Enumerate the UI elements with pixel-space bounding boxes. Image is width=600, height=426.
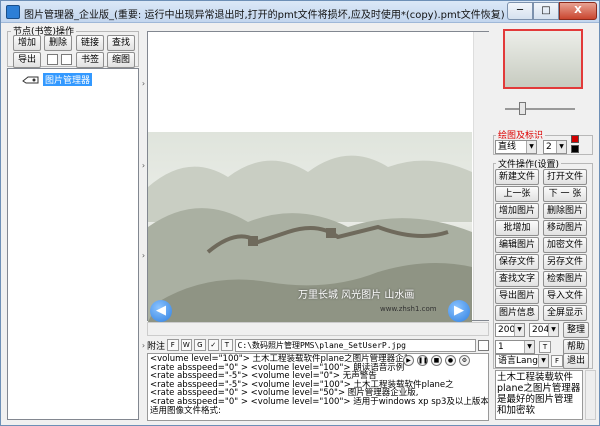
next-button[interactable]: 下 一 张 bbox=[543, 186, 587, 202]
media-controls: ▶ ❚❚ ■ ● ⚙ bbox=[403, 355, 470, 366]
slider-track bbox=[505, 108, 575, 110]
photo-watermark-url: www.zhsh1.com bbox=[380, 305, 437, 313]
play-icon[interactable]: ▶ bbox=[403, 355, 414, 366]
chevron-down-icon: ▼ bbox=[556, 141, 566, 153]
delete-node-button[interactable]: 删除 bbox=[44, 35, 72, 51]
line-type-value: 直线 bbox=[498, 142, 517, 152]
description-scrollbar[interactable] bbox=[585, 370, 596, 420]
language-value: 语言Langu bbox=[498, 356, 544, 366]
thumbnail-preview[interactable] bbox=[503, 29, 583, 89]
log-line: 适用图像文件格式: bbox=[150, 405, 221, 416]
splitter-arrow-icon[interactable]: › bbox=[141, 251, 146, 260]
save-as-button[interactable]: 另存文件 bbox=[543, 254, 587, 270]
minimize-button[interactable]: ─ bbox=[507, 2, 533, 20]
new-file-button[interactable]: 新建文件 bbox=[495, 169, 539, 185]
tree-node-label: 图片管理器 bbox=[43, 73, 93, 86]
edit-image-button[interactable]: 编辑图片 bbox=[495, 237, 539, 253]
splitter-arrow-icon[interactable]: › bbox=[141, 79, 146, 88]
exit-button[interactable]: 退出 bbox=[563, 353, 589, 369]
chevron-down-icon: ▼ bbox=[538, 355, 548, 367]
word-icon[interactable]: W bbox=[180, 339, 193, 351]
title-bar: 图片管理器_企业版_(重要: 运行中出现异常退出时,打开的pmt文件将损坏,应及… bbox=[1, 1, 599, 23]
record-icon[interactable]: ● bbox=[445, 355, 456, 366]
zoom-slider[interactable] bbox=[497, 99, 583, 119]
folder-key-icon bbox=[22, 76, 39, 83]
previous-button[interactable]: 上一张 bbox=[495, 186, 539, 202]
app-icon bbox=[6, 5, 20, 19]
bookmark-button[interactable]: 书签 bbox=[76, 52, 104, 68]
height-select[interactable]: 2048 ▼ bbox=[529, 323, 559, 337]
path-checkbox[interactable] bbox=[478, 339, 489, 351]
delete-image-button[interactable]: 删除图片 bbox=[543, 203, 587, 219]
next-image-icon[interactable]: ▶ bbox=[448, 300, 470, 322]
horizontal-scrollbar[interactable] bbox=[147, 322, 489, 336]
move-image-button[interactable]: 移动图片 bbox=[543, 220, 587, 236]
add-image-button[interactable]: 增加图片 bbox=[495, 203, 539, 219]
maximize-button[interactable]: □ bbox=[533, 2, 559, 20]
page-value: 1 bbox=[498, 342, 504, 352]
search-image-button[interactable]: 检索图片 bbox=[543, 271, 587, 287]
export-node-button[interactable]: 导出 bbox=[13, 52, 41, 68]
encrypt-file-button[interactable]: 加密文件 bbox=[543, 237, 587, 253]
width-select[interactable]: 2000 ▼ bbox=[495, 323, 525, 337]
app-window: 图片管理器_企业版_(重要: 运行中出现异常退出时,打开的pmt文件将损坏,应及… bbox=[0, 0, 600, 426]
link-node-button[interactable]: 链接 bbox=[76, 35, 104, 51]
gear-icon[interactable]: ⚙ bbox=[459, 355, 470, 366]
splitter-arrow-icon[interactable]: › bbox=[141, 161, 146, 170]
batch-add-button[interactable]: 批增加 bbox=[495, 220, 539, 236]
add-node-button[interactable]: 增加 bbox=[13, 35, 41, 51]
thumbnail-button[interactable]: 缩图 bbox=[107, 52, 135, 68]
import-file-button[interactable]: 导入文件 bbox=[543, 288, 587, 304]
line-width-value: 2 bbox=[546, 142, 552, 152]
color-red-swatch[interactable] bbox=[571, 135, 579, 143]
chevron-down-icon: ▼ bbox=[514, 324, 524, 336]
stop-icon[interactable]: ■ bbox=[431, 355, 442, 366]
open-file-button[interactable]: 打开文件 bbox=[543, 169, 587, 185]
photo: 万里长城 风光图片 山水画 www.zhsh1.com bbox=[148, 132, 472, 322]
vertical-scrollbar[interactable] bbox=[473, 32, 489, 320]
slider-thumb[interactable] bbox=[519, 102, 526, 115]
chevron-down-icon: ▼ bbox=[526, 141, 536, 153]
previous-image-icon[interactable]: ◀ bbox=[150, 300, 172, 322]
font-icon[interactable]: F bbox=[551, 355, 563, 367]
photo-watermark: 万里长城 风光图片 山水画 bbox=[298, 290, 415, 301]
save-file-button[interactable]: 保存文件 bbox=[495, 254, 539, 270]
window-title: 图片管理器_企业版_(重要: 运行中出现异常退出时,打开的pmt文件将损坏,应及… bbox=[24, 10, 505, 21]
arrange-button[interactable]: 整理 bbox=[563, 322, 589, 338]
line-type-select[interactable]: 直线 ▼ bbox=[495, 140, 537, 154]
checkbox-2[interactable] bbox=[61, 54, 72, 65]
color-black-swatch[interactable] bbox=[571, 145, 579, 153]
find-text-button[interactable]: 查找文字 bbox=[495, 271, 539, 287]
image-info-button[interactable]: 图片信息 bbox=[495, 305, 539, 321]
annotation-label: 附注 bbox=[147, 341, 166, 352]
pause-icon[interactable]: ❚❚ bbox=[417, 355, 428, 366]
text-size-icon[interactable]: T bbox=[539, 341, 551, 353]
language-select[interactable]: 语言Langu ▼ bbox=[495, 354, 549, 368]
image-icon[interactable]: G bbox=[194, 339, 206, 351]
description-text[interactable]: 土木工程装载软件plane之图片管理器是最好的图片管理和加密软 bbox=[495, 370, 583, 420]
line-width-select[interactable]: 2 ▼ bbox=[543, 140, 567, 154]
find-node-button[interactable]: 查找 bbox=[107, 35, 135, 51]
image-canvas[interactable]: 万里长城 风光图片 山水画 www.zhsh1.com ◀ ▶ bbox=[147, 31, 489, 322]
text-icon[interactable]: T bbox=[221, 339, 233, 351]
chevron-down-icon: ▼ bbox=[548, 324, 558, 336]
tree-node-root[interactable]: 图片管理器 bbox=[22, 73, 93, 86]
font-icon[interactable]: F bbox=[167, 339, 179, 351]
node-tree[interactable]: 图片管理器 bbox=[7, 68, 139, 420]
path-bar: 附注 F W G ✓ T C:\数码照片管理PMS\plane_SetUserP… bbox=[147, 338, 489, 352]
check-icon[interactable]: ✓ bbox=[207, 339, 220, 351]
chevron-down-icon: ▼ bbox=[524, 341, 534, 353]
checkbox-1[interactable] bbox=[47, 54, 58, 65]
close-button[interactable]: X bbox=[559, 2, 597, 20]
export-image-button[interactable]: 导出图片 bbox=[495, 288, 539, 304]
page-select[interactable]: 1 ▼ bbox=[495, 340, 535, 354]
file-path-field[interactable]: C:\数码照片管理PMS\plane_SetUserP.jpg bbox=[234, 338, 477, 352]
fullscreen-button[interactable]: 全屏显示 bbox=[543, 305, 587, 321]
splitter-arrow-icon[interactable]: › bbox=[141, 341, 146, 350]
